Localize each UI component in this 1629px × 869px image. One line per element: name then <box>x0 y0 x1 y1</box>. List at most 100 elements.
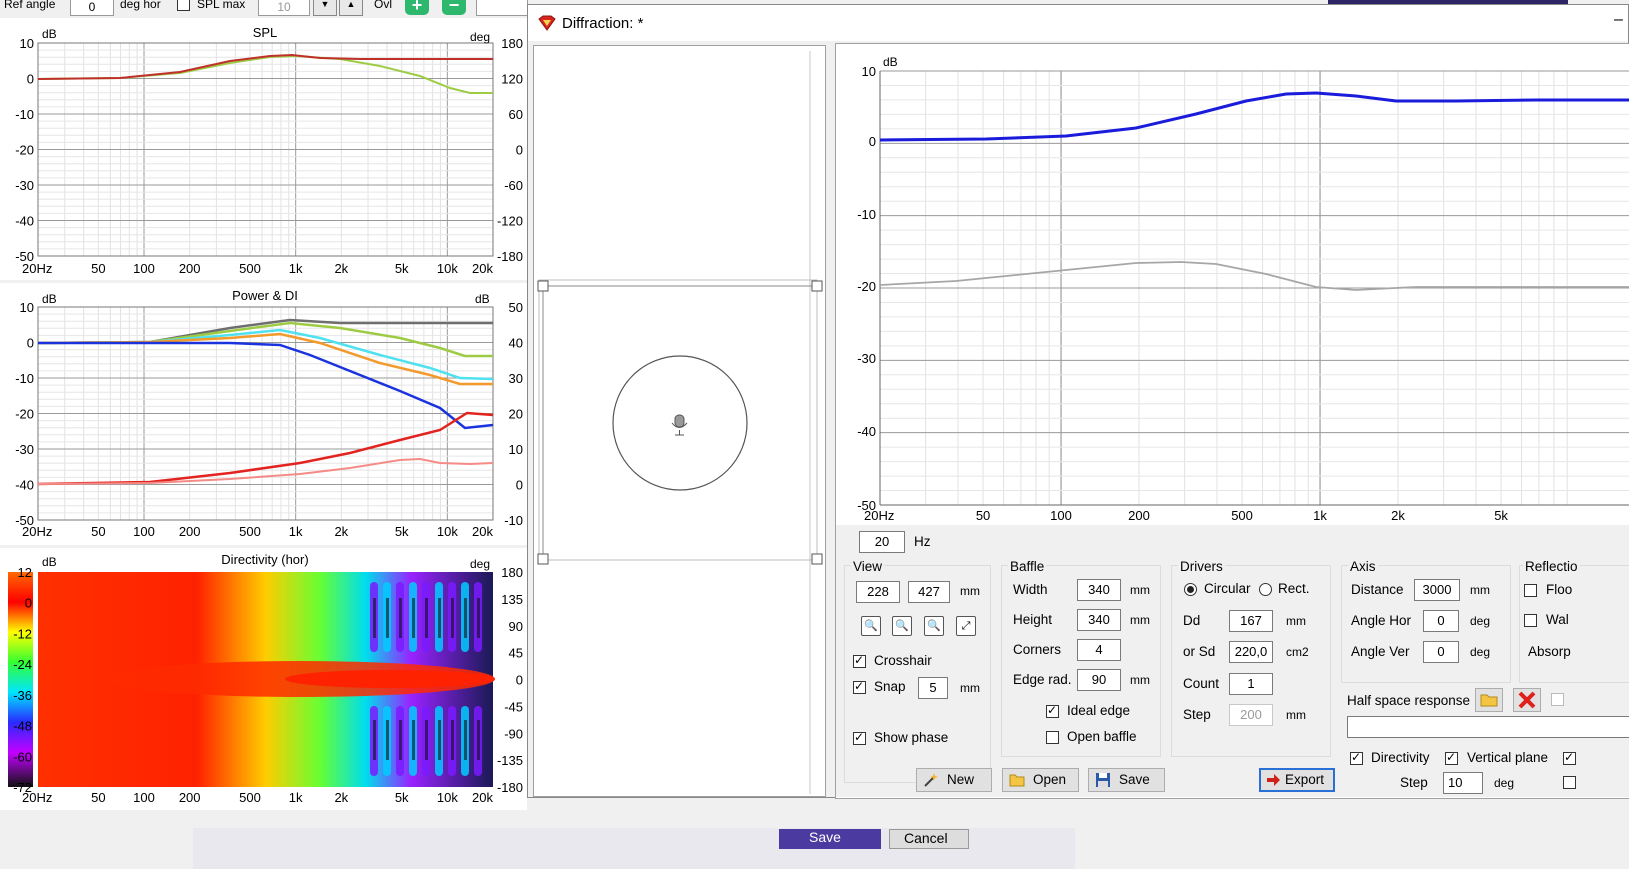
angle-ver-input[interactable]: 0 <box>1423 641 1459 663</box>
open-button-label: Open <box>1033 772 1067 787</box>
height-unit: mm <box>1130 613 1150 627</box>
power-xtick: 200 <box>179 524 201 539</box>
open-button[interactable]: Open <box>1002 768 1079 792</box>
snap-input[interactable]: 5 <box>918 677 948 699</box>
delete-icon <box>1518 691 1536 709</box>
power-ytick-left: 10 <box>20 300 34 315</box>
frequency-input[interactable]: 20 <box>859 531 905 553</box>
diffraction-xtick: 50 <box>976 508 990 523</box>
floor-label: Floo <box>1546 582 1573 597</box>
rect-radio[interactable] <box>1259 583 1272 596</box>
scale-tick: 12 <box>18 565 32 580</box>
distance-label: Distance <box>1351 582 1404 597</box>
spl-ytick-left: 0 <box>27 72 34 87</box>
floor-checkbox[interactable] <box>1524 584 1537 597</box>
spl-ytick-right: -120 <box>497 214 523 229</box>
spl-ylabel-right: deg <box>470 30 490 44</box>
handle-bottom-right[interactable] <box>811 553 823 565</box>
width-input[interactable]: 340 <box>1077 579 1121 601</box>
angle-hor-input[interactable]: 0 <box>1423 610 1459 632</box>
half-space-label: Half space response <box>1347 693 1471 708</box>
folder-open-icon <box>1480 694 1498 707</box>
edge-rad-input[interactable]: 90 <box>1077 669 1121 691</box>
arrow-up-button[interactable]: ▲ <box>339 0 363 16</box>
plus-button[interactable]: + <box>405 0 429 15</box>
dialog-titlebar[interactable]: Diffraction: * – <box>528 5 1628 41</box>
background-cancel-button[interactable]: Cancel <box>889 829 969 849</box>
show-phase-checkbox[interactable] <box>853 730 866 745</box>
vertical-plane-label: Vertical plane <box>1467 750 1549 765</box>
drivers-group-label: Drivers <box>1178 559 1225 574</box>
zoom-fit-button[interactable]: ⤢ <box>956 616 976 636</box>
crosshair-label: Crosshair <box>874 653 932 668</box>
arrow-down-button[interactable]: ▼ <box>313 0 337 16</box>
angle-ver-unit: deg <box>1470 645 1491 659</box>
save-button[interactable]: Save <box>1088 768 1165 792</box>
baffle-drawing[interactable] <box>534 46 825 796</box>
view-y-input[interactable]: 427 <box>908 581 950 603</box>
view-unit: mm <box>960 584 980 598</box>
power-xtick: 2k <box>334 524 348 539</box>
height-input[interactable]: 340 <box>1077 609 1121 631</box>
corners-input[interactable]: 4 <box>1077 639 1121 661</box>
count-input[interactable]: 1 <box>1229 673 1273 695</box>
zoom-out-button[interactable]: 🔍 <box>861 616 881 636</box>
ideal-edge-checkbox[interactable] <box>1046 703 1059 718</box>
spl-max-input[interactable]: 10 <box>258 0 310 16</box>
background-cancel-label: Cancel <box>904 830 948 846</box>
handle-bottom-left[interactable] <box>537 553 549 565</box>
export-arrow-icon <box>1267 774 1280 786</box>
half-space-clear-button[interactable] <box>1513 688 1541 712</box>
baffle-view-panel[interactable] <box>533 45 826 797</box>
extra-checkbox-2[interactable] <box>1563 776 1576 789</box>
minimize-icon[interactable]: – <box>1614 11 1623 29</box>
spl-max-label: SPL max <box>197 0 246 11</box>
view-x-input[interactable]: 228 <box>856 581 900 603</box>
spl-max-checkbox[interactable] <box>177 0 190 11</box>
zoom-in-button[interactable]: 🔍 <box>924 616 944 636</box>
background-save-button[interactable]: Save <box>779 829 881 849</box>
handle-top-left[interactable] <box>537 280 549 292</box>
scale-tick: -60 <box>13 749 32 764</box>
dialog-title: Diffraction: * <box>562 15 644 32</box>
ref-angle-input[interactable]: 0 <box>70 0 114 16</box>
open-baffle-checkbox[interactable] <box>1046 731 1059 744</box>
power-ytick-left: -30 <box>15 442 34 457</box>
export-button[interactable]: Export <box>1259 768 1335 792</box>
spl-ytick-left: -30 <box>15 178 34 193</box>
directivity-checkbox[interactable] <box>1350 750 1363 765</box>
handle-top-right[interactable] <box>811 280 823 292</box>
distance-input[interactable]: 3000 <box>1414 579 1460 601</box>
step-input[interactable]: 200 <box>1229 704 1273 726</box>
floppy-icon <box>1096 773 1110 787</box>
step-unit: mm <box>1286 708 1306 722</box>
vertical-plane-checkbox[interactable] <box>1445 750 1458 765</box>
minus-button[interactable]: − <box>442 0 466 15</box>
half-space-checkbox[interactable] <box>1551 693 1564 706</box>
directivity-step-label: Step <box>1400 775 1428 790</box>
directivity-ytick-right: 135 <box>501 592 523 607</box>
wall-checkbox[interactable] <box>1524 614 1537 627</box>
power-xtick: 20k <box>472 524 493 539</box>
diffraction-xtick: 500 <box>1231 508 1253 523</box>
distance-unit: mm <box>1470 583 1490 597</box>
circular-radio[interactable] <box>1184 583 1197 596</box>
snap-checkbox[interactable] <box>853 679 866 694</box>
reflections-group-label: Reflectio <box>1523 559 1580 574</box>
power-title: Power & DI <box>232 288 298 303</box>
half-space-file-input[interactable] <box>1347 716 1629 738</box>
crosshair-checkbox[interactable] <box>853 653 866 668</box>
directivity-step-input[interactable]: 10 <box>1443 772 1483 794</box>
spl-ytick-right: 180 <box>501 36 523 51</box>
background-input[interactable] <box>476 0 528 16</box>
half-space-open-button[interactable] <box>1475 688 1503 712</box>
extra-checkbox[interactable] <box>1563 750 1576 765</box>
diffraction-ytick: -20 <box>857 279 876 294</box>
directivity-xtick: 50 <box>91 790 105 805</box>
zoom-reset-button[interactable]: 🔍 <box>892 616 912 636</box>
new-button[interactable]: New <box>916 768 992 792</box>
dd-input[interactable]: 167 <box>1229 610 1273 632</box>
scale-tick: -24 <box>13 657 32 672</box>
folder-icon <box>1009 774 1025 787</box>
sd-input[interactable]: 220,0 <box>1229 641 1273 663</box>
